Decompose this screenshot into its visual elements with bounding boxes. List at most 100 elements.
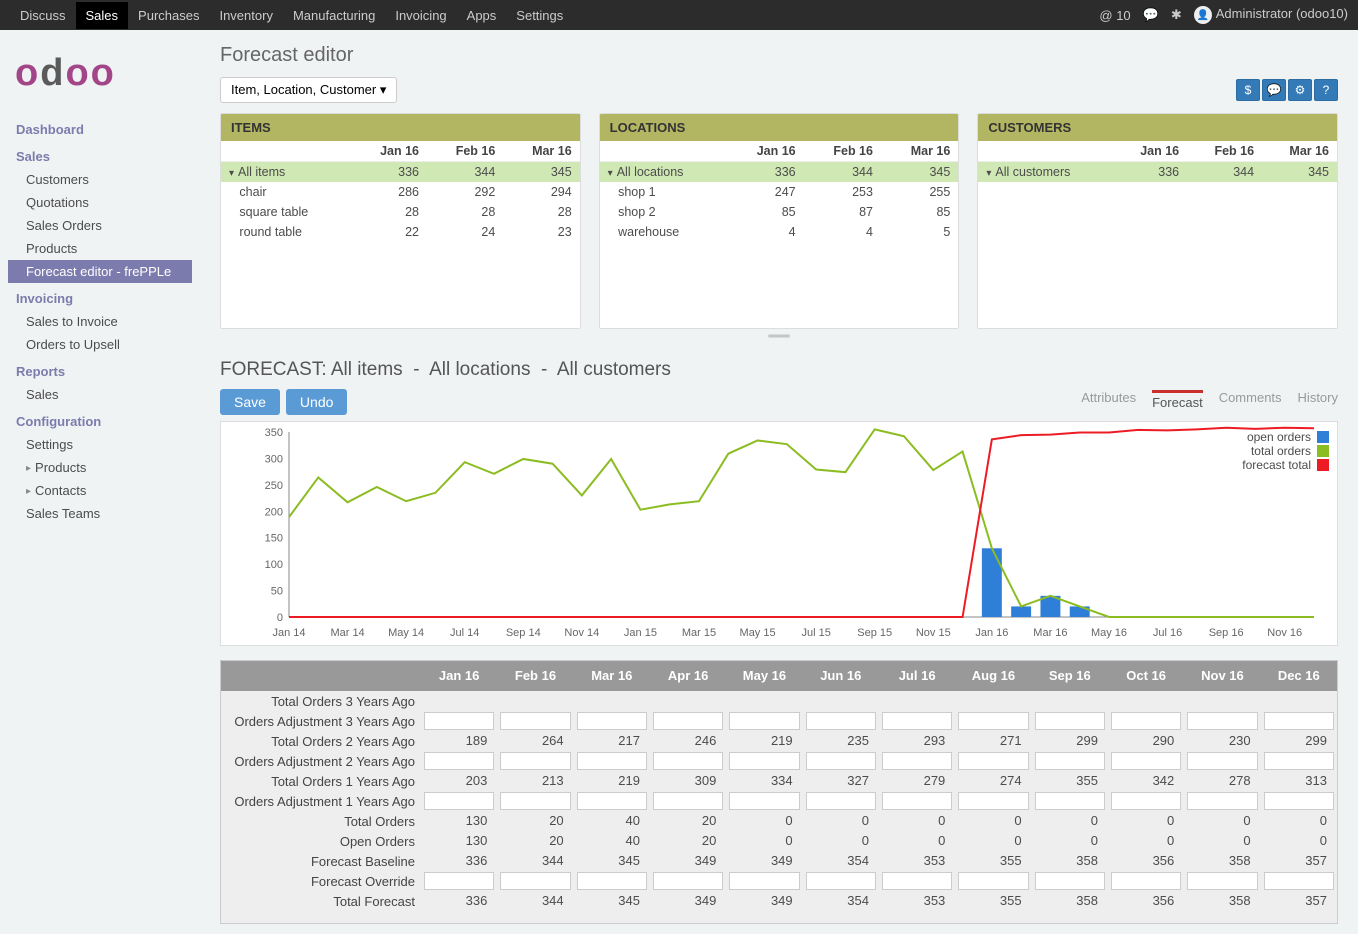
grid-input[interactable] [958,872,1028,890]
grid-input[interactable] [653,872,723,890]
grid-input[interactable] [1264,752,1334,770]
sidebar-item-contacts[interactable]: Contacts [8,479,192,502]
grid-scrollbar[interactable] [421,911,1337,923]
tab-comments[interactable]: Comments [1219,390,1282,414]
grid-input[interactable] [577,792,647,810]
panel-row[interactable]: shop 2858785 [600,202,959,222]
panel-row[interactable]: shop 1247253255 [600,182,959,202]
tab-attributes[interactable]: Attributes [1081,390,1136,414]
sidebar-item-sales-teams[interactable]: Sales Teams [8,502,192,525]
grid-input[interactable] [958,712,1028,730]
grid-input[interactable] [882,752,952,770]
grid-input[interactable] [1187,712,1257,730]
topnav-apps[interactable]: Apps [457,2,507,29]
topnav-sales[interactable]: Sales [76,2,129,29]
sidebar-item-quotations[interactable]: Quotations [8,191,192,214]
expand-icon[interactable] [229,165,238,179]
currency-icon[interactable]: $ [1236,79,1260,101]
topnav-discuss[interactable]: Discuss [10,2,76,29]
grid-input[interactable] [1035,712,1105,730]
grid-input[interactable] [1187,752,1257,770]
gear-icon[interactable]: ⚙ [1288,79,1312,101]
panel-row[interactable]: All customers336344345 [978,162,1337,183]
grid-input[interactable] [1187,872,1257,890]
panel-row[interactable]: warehouse445 [600,222,959,242]
grid-input[interactable] [1035,792,1105,810]
grid-input[interactable] [1111,872,1181,890]
sidebar-item-forecast-editor-frepple[interactable]: Forecast editor - frePPLe [8,260,192,283]
sidebar-section-dashboard[interactable]: Dashboard [8,114,192,141]
sidebar-section-sales[interactable]: Sales [8,141,192,168]
expand-icon[interactable] [608,165,617,179]
grid-input[interactable] [729,792,799,810]
grid-input[interactable] [729,712,799,730]
topnav-settings[interactable]: Settings [506,2,573,29]
grid-input[interactable] [882,872,952,890]
grid-input[interactable] [500,752,570,770]
panel-row[interactable]: round table222423 [221,222,580,242]
sidebar-item-products[interactable]: Products [8,237,192,260]
panel-row[interactable]: chair286292294 [221,182,580,202]
sidebar-section-reports[interactable]: Reports [8,356,192,383]
grid-input[interactable] [806,872,876,890]
grid-input[interactable] [577,712,647,730]
grid-input[interactable] [424,872,494,890]
grid-input[interactable] [1111,752,1181,770]
grid-input[interactable] [1264,792,1334,810]
grid-input[interactable] [1264,872,1334,890]
grid-input[interactable] [806,792,876,810]
grid-input[interactable] [729,872,799,890]
grid-input[interactable] [1035,752,1105,770]
topnav-invoicing[interactable]: Invoicing [385,2,456,29]
chat-icon[interactable]: 💬 [1143,7,1159,23]
grid-input[interactable] [424,792,494,810]
grid-input[interactable] [577,872,647,890]
tab-forecast[interactable]: Forecast [1152,390,1203,414]
group-dropdown[interactable]: Item, Location, Customer ▾ [220,77,397,103]
grid-input[interactable] [500,872,570,890]
grid-input[interactable] [577,752,647,770]
grid-input[interactable] [1187,792,1257,810]
sidebar-item-sales-to-invoice[interactable]: Sales to Invoice [8,310,192,333]
sidebar-item-sales[interactable]: Sales [8,383,192,406]
topnav-purchases[interactable]: Purchases [128,2,209,29]
sidebar-item-settings[interactable]: Settings [8,433,192,456]
grid-input[interactable] [653,792,723,810]
chat-action-icon[interactable]: 💬 [1262,79,1286,101]
sidebar-section-invoicing[interactable]: Invoicing [8,283,192,310]
save-button[interactable]: Save [220,389,280,415]
user-menu[interactable]: 👤Administrator (odoo10) [1194,6,1348,25]
expand-icon[interactable] [986,165,995,179]
split-handle[interactable]: ═══ [220,331,1338,341]
topnav-inventory[interactable]: Inventory [209,2,282,29]
panel-row[interactable]: All locations336344345 [600,162,959,183]
grid-input[interactable] [424,712,494,730]
grid-input[interactable] [1035,872,1105,890]
sidebar-section-configuration[interactable]: Configuration [8,406,192,433]
grid-input[interactable] [806,752,876,770]
grid-input[interactable] [500,712,570,730]
grid-input[interactable] [1111,712,1181,730]
grid-input[interactable] [500,792,570,810]
panel-row[interactable]: square table282828 [221,202,580,222]
grid-input[interactable] [653,752,723,770]
debug-icon[interactable]: ✱ [1171,7,1182,23]
notif-badge[interactable]: @ 10 [1099,8,1130,23]
help-icon[interactable]: ? [1314,79,1338,101]
tab-history[interactable]: History [1298,390,1338,414]
topnav-manufacturing[interactable]: Manufacturing [283,2,385,29]
grid-input[interactable] [729,752,799,770]
grid-input[interactable] [806,712,876,730]
grid-input[interactable] [958,752,1028,770]
grid-input[interactable] [882,792,952,810]
grid-input[interactable] [958,792,1028,810]
grid-input[interactable] [424,752,494,770]
undo-button[interactable]: Undo [286,389,347,415]
panel-row[interactable]: All items336344345 [221,162,580,183]
grid-input[interactable] [882,712,952,730]
sidebar-item-customers[interactable]: Customers [8,168,192,191]
grid-input[interactable] [1264,712,1334,730]
grid-input[interactable] [653,712,723,730]
grid-input[interactable] [1111,792,1181,810]
sidebar-item-sales-orders[interactable]: Sales Orders [8,214,192,237]
